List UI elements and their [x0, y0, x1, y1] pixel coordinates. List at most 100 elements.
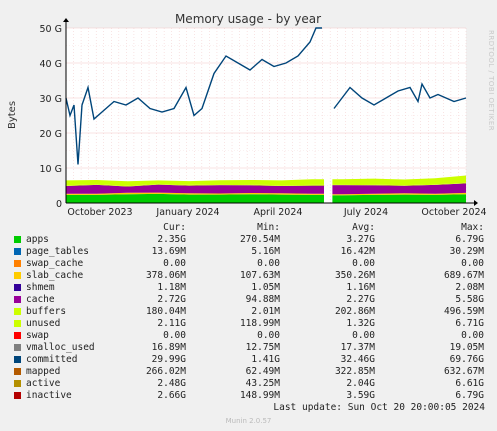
- last-update: Last update: Sun Oct 20 20:00:05 2024: [273, 402, 485, 413]
- legend-header-max: Max:: [461, 222, 484, 233]
- legend-value-min: 0.00: [257, 258, 280, 269]
- area-apps: [332, 194, 466, 203]
- legend-row-unused: unused 2.11G 118.99M 1.32G 6.71G: [0, 318, 497, 330]
- legend-value-avg: 350.26M: [334, 270, 375, 281]
- legend-value-avg: 17.37M: [340, 342, 375, 353]
- legend-value-avg: 32.46G: [340, 354, 375, 365]
- legend-value-min: 12.75M: [245, 342, 280, 353]
- y-tick-label: 10 G: [40, 164, 62, 175]
- legend-row-buffers: buffers 180.04M 2.01M 202.86M 496.59M: [0, 306, 497, 318]
- legend-value-min: 118.99M: [239, 318, 280, 329]
- legend-value-max: 632.67M: [443, 366, 484, 377]
- legend-swatch: [14, 248, 21, 255]
- legend-series-name: swap_cache: [26, 258, 84, 269]
- legend-value-max: 69.76G: [449, 354, 484, 365]
- legend-header: Cur: Min: Avg: Max:: [0, 222, 497, 234]
- legend-value-avg: 3.59G: [346, 390, 375, 401]
- legend-row-apps: apps 2.35G 270.54M 3.27G 6.79G: [0, 234, 497, 246]
- legend-value-avg: 0.00: [352, 330, 375, 341]
- y-tick-label: 20 G: [40, 129, 62, 140]
- legend-series-name: buffers: [26, 306, 67, 317]
- x-axis-arrow: [474, 200, 478, 206]
- legend-value-cur: 180.04M: [145, 306, 186, 317]
- legend-value-min: 2.01M: [251, 306, 280, 317]
- legend-value-avg: 0.00: [352, 258, 375, 269]
- legend-swatch: [14, 344, 21, 351]
- legend-swatch: [14, 332, 21, 339]
- legend-swatch: [14, 392, 21, 399]
- y-tick-label: 50 G: [40, 24, 62, 35]
- legend-value-min: 1.05M: [251, 282, 280, 293]
- x-tick-label: October 2023: [67, 207, 132, 218]
- legend-value-max: 496.59M: [443, 306, 484, 317]
- munin-version: Munin 2.0.57: [225, 417, 272, 425]
- legend-row-slab_cache: slab_cache 378.06M 107.63M 350.26M 689.67M: [0, 270, 497, 282]
- y-tick-labels: 0 10 G 20 G 30 G 40 G 50 G: [40, 24, 62, 210]
- legend-value-cur: 13.69M: [151, 246, 186, 257]
- legend-series-name: page_tables: [26, 246, 89, 257]
- legend-row-page_tables: page_tables 13.69M 5.16M 16.42M 30.29M: [0, 246, 497, 258]
- legend-value-cur: 0.00: [163, 258, 186, 269]
- legend-value-cur: 1.18M: [157, 282, 186, 293]
- legend-header-min: Min:: [257, 222, 280, 233]
- legend-value-avg: 2.27G: [346, 294, 375, 305]
- legend-value-min: 0.00: [257, 330, 280, 341]
- legend-swatch: [14, 260, 21, 267]
- legend-swatch: [14, 284, 21, 291]
- legend-value-min: 1.41G: [251, 354, 280, 365]
- legend-series-name: active: [26, 378, 61, 389]
- legend-value-max: 5.58G: [455, 294, 484, 305]
- legend-swatch: [14, 272, 21, 279]
- x-tick-labels: October 2023 January 2024 April 2024 July 2…: [67, 207, 486, 218]
- legend-series-name: vmalloc_used: [26, 342, 95, 353]
- legend-row-cache: cache 2.72G 94.88M 2.27G 5.58G: [0, 294, 497, 306]
- legend-value-cur: 0.00: [163, 330, 186, 341]
- legend-value-max: 2.08M: [455, 282, 484, 293]
- legend-value-avg: 202.86M: [334, 306, 375, 317]
- legend-row-swap_cache: swap_cache 0.00 0.00 0.00 0.00: [0, 258, 497, 270]
- x-tick-label: January 2024: [155, 207, 219, 218]
- legend-series-name: inactive: [26, 390, 72, 401]
- legend-value-max: 19.05M: [449, 342, 484, 353]
- legend-value-max: 0.00: [461, 258, 484, 269]
- legend-row-swap: swap 0.00 0.00 0.00 0.00: [0, 330, 497, 342]
- legend-value-min: 270.54M: [239, 234, 280, 245]
- legend-value-max: 30.29M: [449, 246, 484, 257]
- legend-series-name: apps: [26, 234, 49, 245]
- rrdtool-watermark: RRDTOOL / TOBI OETIKER: [487, 30, 495, 132]
- x-tick-label: April 2024: [254, 207, 303, 218]
- legend-value-avg: 16.42M: [340, 246, 375, 257]
- legend-row-mapped: mapped 266.02M 62.49M 322.85M 632.67M: [0, 366, 497, 378]
- y-tick-label: 40 G: [40, 59, 62, 70]
- memory-chart: Memory usage - by year Bytes 0 10 G 20 G 30…: [7, 12, 487, 218]
- legend-value-avg: 3.27G: [346, 234, 375, 245]
- legend-swatch: [14, 296, 21, 303]
- legend-series-name: shmem: [26, 282, 55, 293]
- legend-value-max: 0.00: [461, 330, 484, 341]
- legend-value-min: 5.16M: [251, 246, 280, 257]
- legend-swatch: [14, 308, 21, 315]
- legend-value-min: 43.25M: [245, 378, 280, 389]
- legend-value-cur: 2.35G: [157, 234, 186, 245]
- legend-value-min: 107.63M: [239, 270, 280, 281]
- legend-value-cur: 2.72G: [157, 294, 186, 305]
- legend-value-cur: 2.66G: [157, 390, 186, 401]
- legend-row-vmalloc_used: vmalloc_used 16.89M 12.75M 17.37M 19.05M: [0, 342, 497, 354]
- legend-value-avg: 1.32G: [346, 318, 375, 329]
- y-axis-arrow: [63, 18, 69, 22]
- legend-swatch: [14, 320, 21, 327]
- legend-value-cur: 378.06M: [145, 270, 186, 281]
- legend-series-name: slab_cache: [26, 270, 84, 281]
- legend-row-committed: committed 29.99G 1.41G 32.46G 69.76G: [0, 354, 497, 366]
- x-tick-label: July 2024: [343, 207, 388, 218]
- legend-swatch: [14, 356, 21, 363]
- legend-value-max: 689.67M: [443, 270, 484, 281]
- legend-header-avg: Avg:: [352, 222, 375, 233]
- legend-value-avg: 322.85M: [334, 366, 375, 377]
- legend-value-cur: 2.48G: [157, 378, 186, 389]
- legend-value-cur: 29.99G: [151, 354, 186, 365]
- legend-series-name: swap: [26, 330, 49, 341]
- legend-row-inactive: inactive 2.66G 148.99M 3.59G 6.79G: [0, 390, 497, 402]
- area-apps: [66, 193, 324, 203]
- legend-value-cur: 16.89M: [151, 342, 186, 353]
